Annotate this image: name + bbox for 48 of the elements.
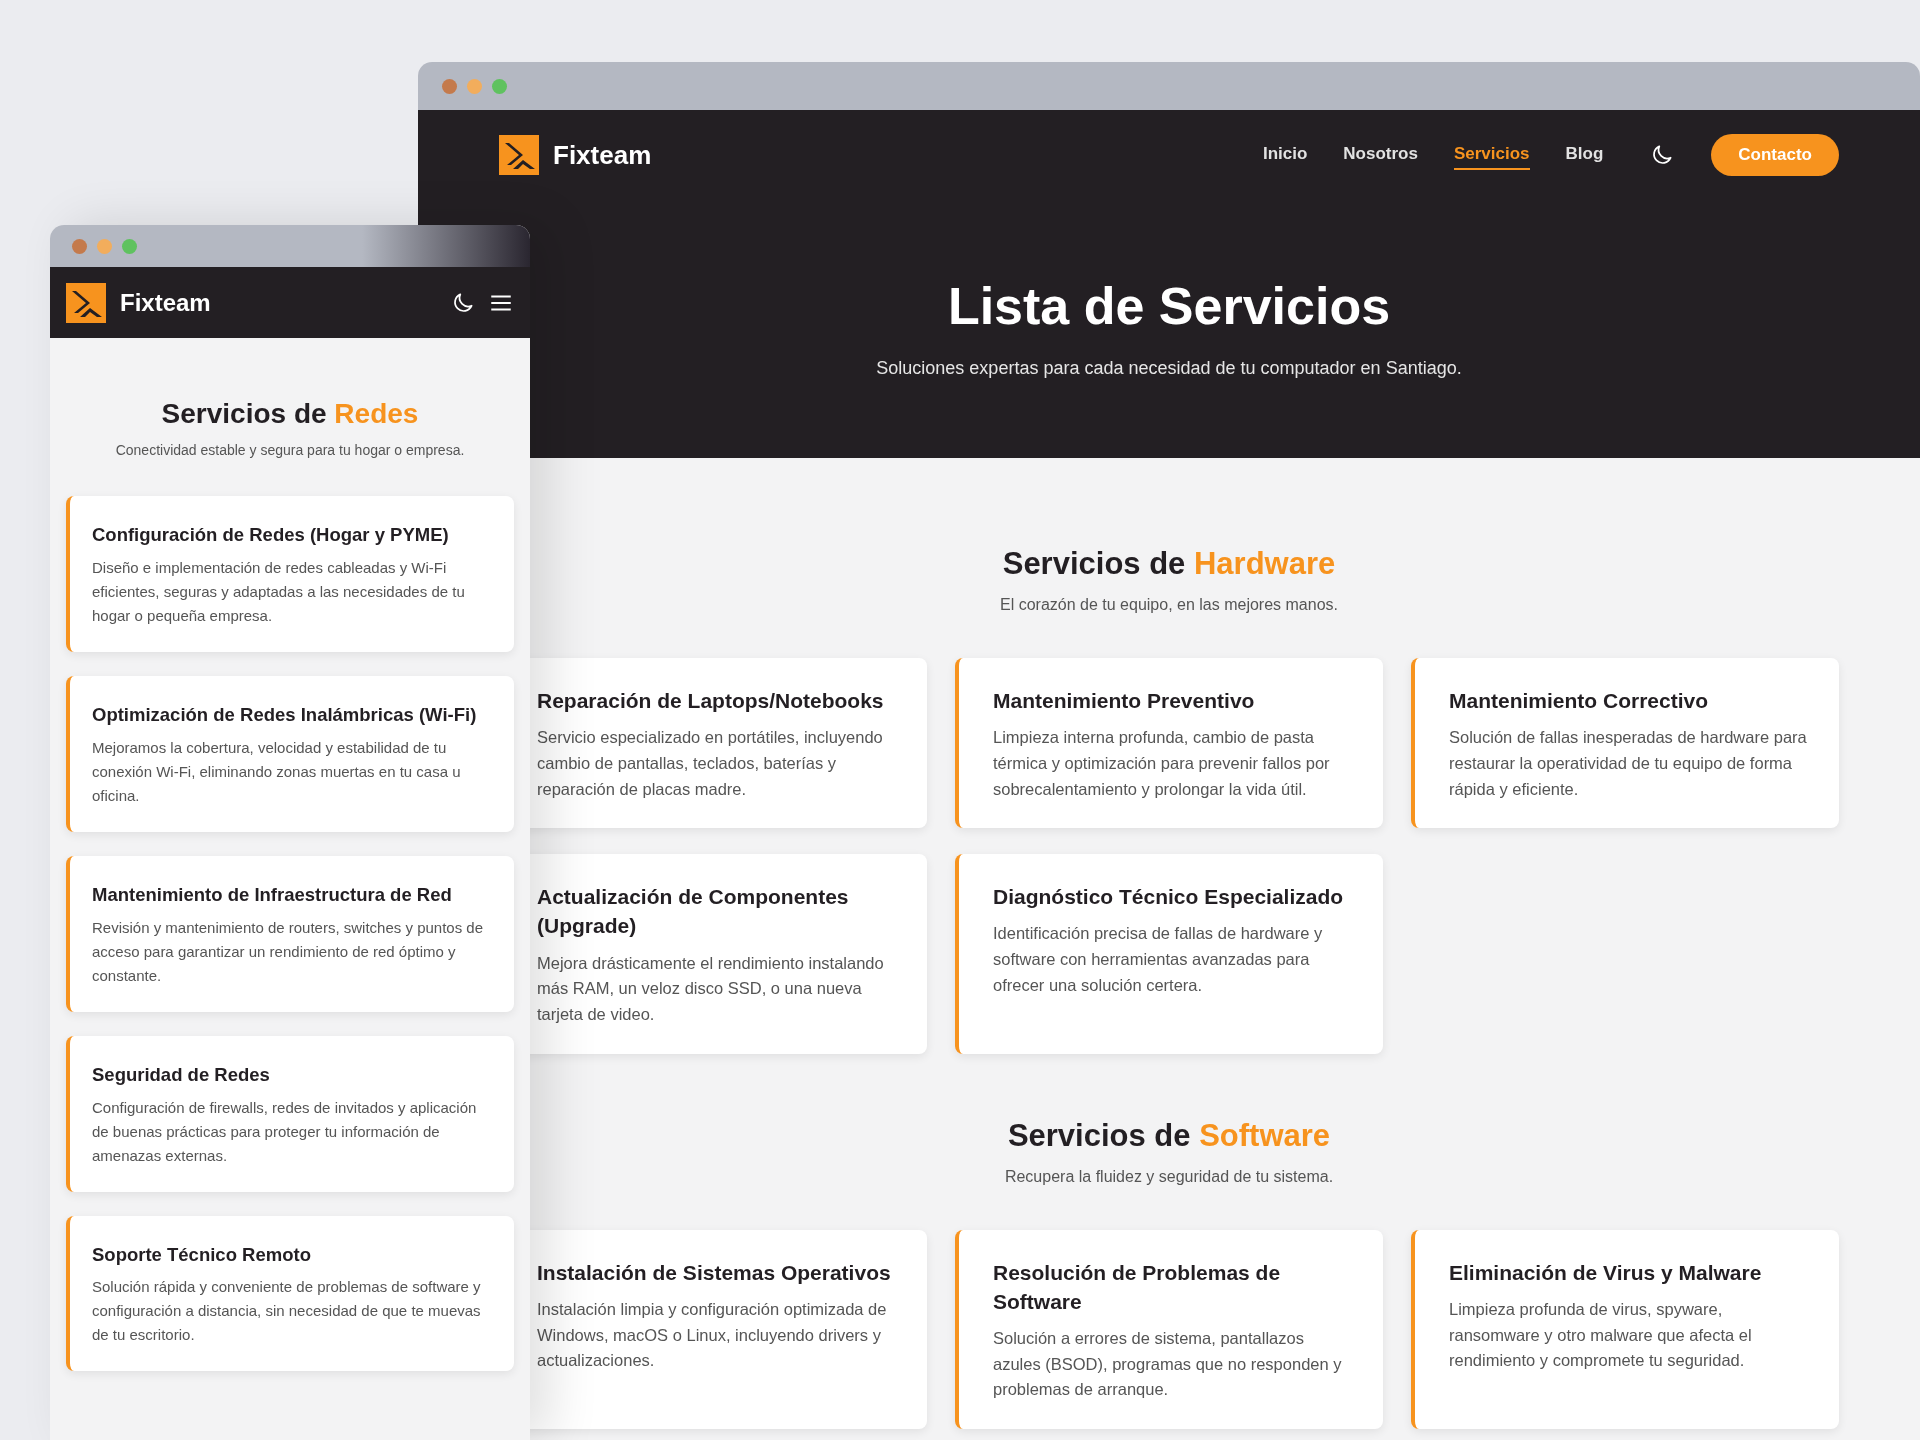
window-control[interactable] bbox=[442, 78, 457, 94]
card-title: Soporte Técnico Remoto bbox=[92, 1242, 312, 1267]
hero-subtitle: Soluciones expertas para cada necesidad de tu computador en Santiago. bbox=[875, 358, 1463, 379]
nav-link[interactable]: Nosotros bbox=[1343, 140, 1418, 170]
card-title: Diagnóstico Técnico Especializado bbox=[993, 884, 1345, 911]
card-description: Solución de fallas inesperadas de hardware para restaurar la operatividad de tu equipo de forma rápida y eficiente. bbox=[1449, 727, 1808, 800]
card-title: Seguridad de Redes bbox=[92, 1062, 271, 1087]
section-heading: Servicios de Hardware bbox=[1001, 546, 1337, 582]
nav-link[interactable]: Servicios bbox=[1453, 140, 1530, 170]
nav-link[interactable]: Blog bbox=[1565, 140, 1604, 170]
card-title: Eliminación de Virus y Malware bbox=[1449, 1259, 1763, 1286]
card-description: Limpieza interna profunda, cambio de pasta térmica y optimización para prevenir fallos por sobrecalentamiento y prolongar la vida útil. bbox=[993, 727, 1331, 800]
hero-title: Lista de Servicios bbox=[947, 276, 1391, 336]
card-title: Optimización de Redes Inalámbricas (Wi-Fi) bbox=[92, 702, 478, 727]
window-control[interactable] bbox=[72, 238, 87, 254]
nav-link[interactable]: Inicio bbox=[1262, 140, 1308, 170]
card-title: Mantenimiento de Infraestructura de Red bbox=[92, 882, 453, 907]
window-control[interactable] bbox=[122, 238, 137, 254]
card-title: Configuración de Redes (Hogar y PYME) bbox=[92, 523, 450, 547]
window-control[interactable] bbox=[467, 78, 482, 94]
card-title: Mantenimiento Correctivo bbox=[1449, 688, 1710, 714]
section-subtitle: Conectividad estable y segura para tu hogar o empresa. bbox=[114, 442, 466, 458]
card-description: Solución a errores de sistema, pantallazos azules (BSOD), programas que no responden y problemas de arranque. bbox=[993, 1328, 1343, 1401]
card-description: Mejoramos la cobertura, velocidad y estabilidad de tu conexión Wi-Fi, eliminando zonas muertas en tu casa u oficina. bbox=[92, 737, 462, 806]
card-description: Limpieza profunda de virus, spyware, ransomware y otro malware que afecta el rendimiento y compromete tu seguridad. bbox=[1449, 1298, 1753, 1372]
section-subtitle: Recupera la fluidez y seguridad de tu sistema. bbox=[1003, 1167, 1335, 1186]
card-title: Actualización de Componentes (Upgrade) bbox=[537, 884, 850, 940]
brand-name[interactable]: Fixteam bbox=[120, 288, 211, 317]
card-description: Mejora drásticamente el rendimiento instalando más RAM, un veloz disco SSD, o una nueva tarjeta de video. bbox=[537, 952, 885, 1025]
window-control[interactable] bbox=[492, 78, 507, 94]
card-description: Revisión y mantenimiento de routers, switches y puntos de acceso para garantizar un rendimiento de red óptimo y constante. bbox=[92, 917, 485, 986]
card-description: Servicio especializado en portátiles, incluyendo cambio de pantallas, teclados, baterías y reparación de placas madre. bbox=[537, 727, 884, 800]
card-description: Configuración de firewalls, redes de invitados y aplicación de buenas prácticas para proteger tu información de amenazas externas. bbox=[92, 1097, 478, 1166]
card-description: Solución rápida y conveniente de problemas de software y configuración a distancia, sin necesidad de que te muevas de tu escritorio. bbox=[92, 1277, 482, 1346]
card-description: Instalación limpia y configuración optimizada de Windows, macOS o Linux, incluyendo drivers y actualizaciones. bbox=[537, 1298, 888, 1372]
section-heading: Servicios de Redes bbox=[160, 398, 420, 430]
card-title: Resolución de Problemas de Software bbox=[993, 1259, 1282, 1315]
card-title: Mantenimiento Preventivo bbox=[993, 688, 1256, 714]
card-title: Instalación de Sistemas Operativos bbox=[537, 1259, 892, 1286]
brand-name[interactable]: Fixteam bbox=[553, 139, 652, 171]
section-subtitle: El corazón de tu equipo, en las mejores manos. bbox=[999, 596, 1339, 614]
card-title: Reparación de Laptops/Notebooks bbox=[537, 688, 885, 714]
logo-icon[interactable] bbox=[66, 282, 106, 323]
section-heading: Servicios de Software bbox=[1006, 1117, 1332, 1154]
logo-icon[interactable] bbox=[499, 135, 539, 175]
card-description: Diseño e implementación de redes cableadas y Wi-Fi eficientes, seguras y adaptadas a las necesidades de tu hogar o pequeña empresa. bbox=[92, 557, 466, 626]
window-control[interactable] bbox=[97, 238, 112, 254]
card-description: Identificación precisa de fallas de hardware y software con herramientas avanzadas para ofrecer una solución certera. bbox=[993, 923, 1324, 996]
